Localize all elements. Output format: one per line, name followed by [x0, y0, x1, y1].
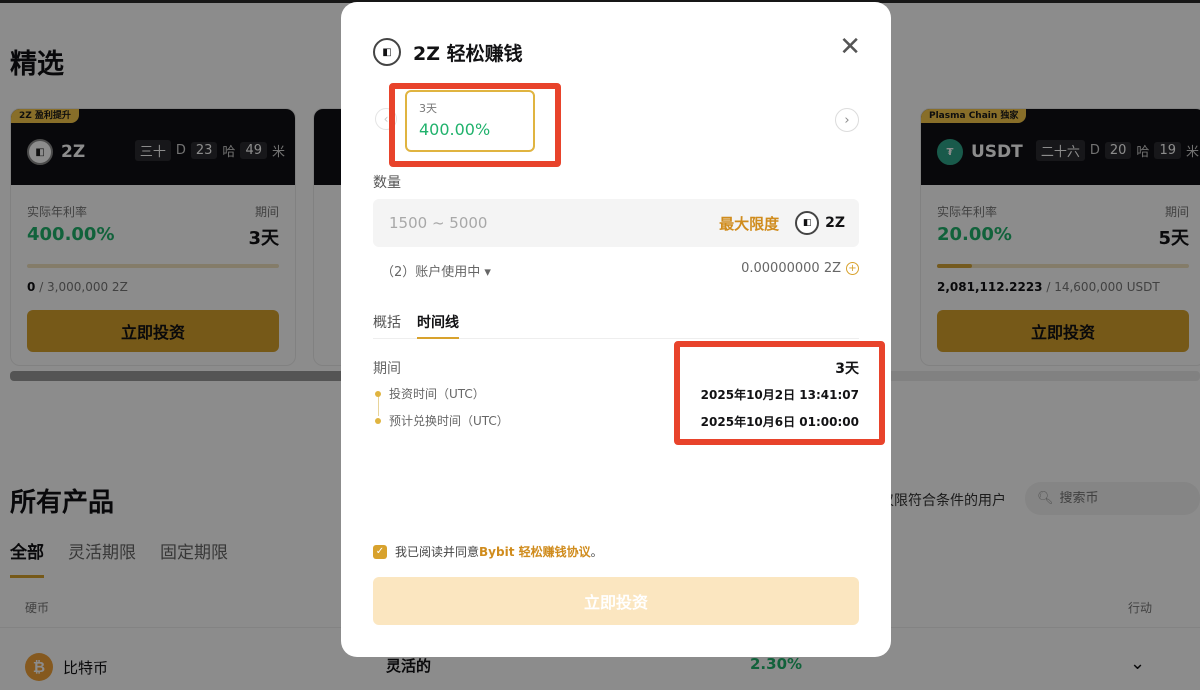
- highlight-box-timeline: [674, 341, 885, 445]
- modal-tabs: 概括 时间线: [373, 312, 859, 339]
- agree-prefix: 我已阅读并同意: [395, 545, 480, 559]
- redeem-time-label: 预计兑换时间（UTC）: [389, 414, 509, 428]
- highlight-box-term: [389, 83, 561, 167]
- timeline-dot: [375, 390, 381, 397]
- agreement-row[interactable]: ✓ 我已阅读并同意Bybit 轻松赚钱协议。: [373, 543, 603, 560]
- max-button[interactable]: 最大限度: [719, 213, 779, 234]
- quantity-input[interactable]: [389, 214, 720, 232]
- 2z-logo-icon: ◧: [795, 211, 820, 235]
- agreement-link[interactable]: Bybit 轻松赚钱协议: [479, 545, 591, 559]
- quantity-coin: ◧ 2Z: [795, 211, 845, 235]
- modal-title: 2Z 轻松赚钱: [413, 42, 523, 65]
- timeline-redeem: 预计兑换时间（UTC）: [373, 412, 509, 429]
- invest-time-label: 投资时间（UTC）: [389, 387, 485, 401]
- period-label: 期间: [373, 361, 401, 377]
- balance-value: 0.00000000 2Z: [741, 261, 841, 276]
- quantity-coin-name: 2Z: [825, 215, 845, 231]
- quantity-label: 数量: [373, 175, 401, 191]
- tab-timeline[interactable]: 时间线: [417, 312, 459, 339]
- quantity-field[interactable]: 最大限度 ◧ 2Z: [373, 199, 859, 247]
- close-icon[interactable]: ✕: [839, 34, 861, 60]
- chevron-right-icon[interactable]: ›: [835, 108, 859, 132]
- easy-earn-modal: ◧ 2Z 轻松赚钱 ✕ ‹ 3天 400.00% › 数量 最大限度 ◧ 2Z …: [341, 2, 891, 657]
- checkbox-checked-icon[interactable]: ✓: [373, 544, 387, 559]
- account-selector[interactable]: （2）账户使用中 ▾: [381, 261, 491, 280]
- timeline-dot: [375, 417, 381, 424]
- timeline-invest: 投资时间（UTC）: [373, 385, 485, 402]
- balance: 0.00000000 2Z +: [741, 261, 859, 276]
- tab-summary[interactable]: 概括: [373, 312, 401, 338]
- agree-suffix: 。: [590, 545, 603, 559]
- modal-header: ◧ 2Z 轻松赚钱: [373, 38, 523, 66]
- add-funds-icon[interactable]: +: [846, 262, 859, 275]
- modal-invest-button[interactable]: 立即投资: [373, 577, 859, 625]
- 2z-logo-icon: ◧: [373, 38, 401, 66]
